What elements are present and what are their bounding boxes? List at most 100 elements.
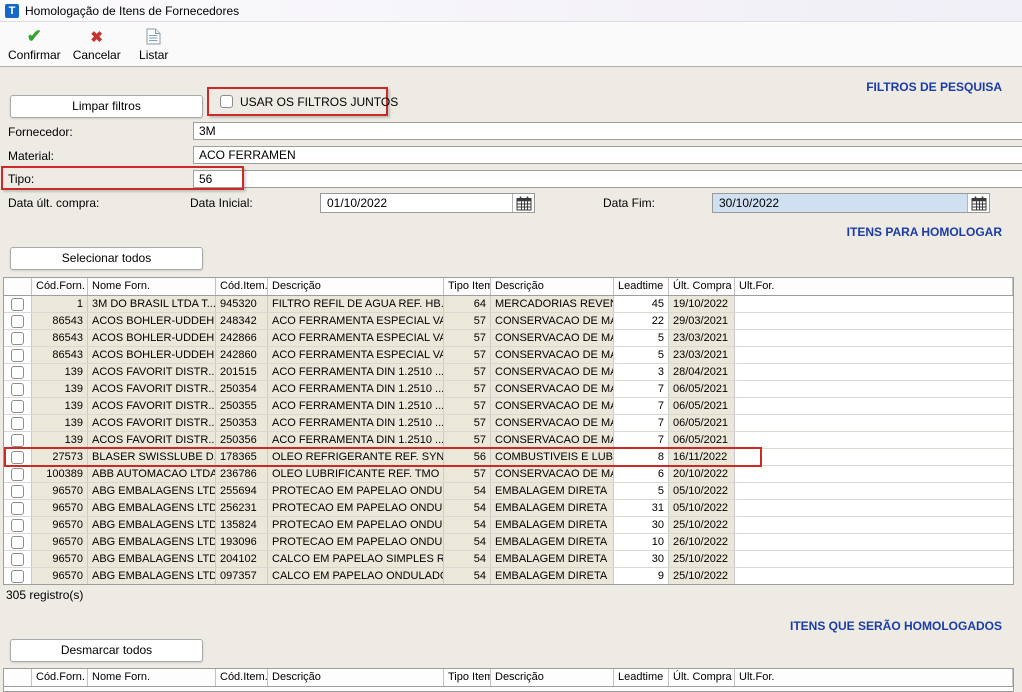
cell: 28/04/2021 — [669, 364, 735, 380]
cell: CONSERVACAO DE MA... — [491, 398, 614, 414]
row-checkbox[interactable] — [11, 552, 24, 566]
row-checkbox[interactable] — [11, 314, 24, 328]
table-row[interactable]: 139 ACOS FAVORIT DISTR... 250354 ACO FERRAM… — [4, 381, 1013, 398]
column-header: Descrição — [268, 278, 444, 295]
table-row[interactable]: 1 3M DO BRASIL LTDA T... 945320 FILTRO REFI… — [4, 296, 1013, 313]
cell — [735, 432, 1013, 448]
cell — [735, 347, 1013, 363]
material-input[interactable]: ACO FERRAMEN — [193, 146, 1022, 164]
table-row[interactable]: 96570 ABG EMBALAGENS LTDA 135824 PROTECAO E… — [4, 517, 1013, 534]
cell: CONSERVACAO DE MA... — [491, 381, 614, 397]
table-row[interactable]: 27573 BLASER SWISSLUBE D... 178365 OLEO REF… — [4, 447, 1013, 467]
data-inicial-input[interactable]: 01/10/2022 — [320, 193, 535, 213]
cell: 57 — [444, 415, 491, 431]
cell: ACOS BOHLER-UDDEH... — [88, 330, 216, 346]
row-checkbox[interactable] — [11, 450, 24, 464]
checkbox-cell — [4, 347, 32, 363]
data-fim-value[interactable]: 30/10/2022 — [713, 194, 967, 212]
desmarcar-todos-button[interactable]: Desmarcar todos — [10, 639, 203, 662]
cell: CONSERVACAO DE MA... — [491, 364, 614, 380]
row-checkbox[interactable] — [11, 331, 24, 345]
cell: 57 — [444, 330, 491, 346]
cell: 31 — [614, 500, 669, 516]
row-checkbox[interactable] — [11, 467, 24, 481]
cell: 25/10/2022 — [669, 568, 735, 584]
checkbox-cell — [4, 551, 32, 567]
confirmar-label: Confirmar — [8, 47, 61, 62]
checkbox-cell — [4, 330, 32, 346]
checkbox-cell — [4, 381, 32, 397]
cell: ACO FERRAMENTA ESPECIAL VA... — [268, 330, 444, 346]
cell: CALCO EM PAPELAO ONDULADO... — [268, 568, 444, 584]
data-fim-input[interactable]: 30/10/2022 — [712, 193, 990, 213]
cell: 96570 — [32, 517, 88, 533]
row-checkbox[interactable] — [11, 501, 24, 515]
checkbox-cell — [4, 432, 32, 448]
row-checkbox[interactable] — [11, 484, 24, 498]
table-row[interactable]: 96570 ABG EMBALAGENS LTDA 097357 CALCO EM P… — [4, 568, 1013, 584]
cell: OLEO REFRIGERANTE REF. SYN... — [268, 449, 444, 465]
table-row[interactable]: 96570 ABG EMBALAGENS LTDA 204102 CALCO EM P… — [4, 551, 1013, 568]
cell: 06/05/2021 — [669, 432, 735, 448]
table-row[interactable]: 139 ACOS FAVORIT DISTR... 250355 ACO FERRAM… — [4, 398, 1013, 415]
cell: 20/10/2022 — [669, 466, 735, 482]
cell — [735, 449, 1013, 465]
row-checkbox[interactable] — [11, 348, 24, 362]
cell: 23/03/2021 — [669, 330, 735, 346]
cell: 236786 — [216, 466, 268, 482]
table-row[interactable]: 139 ACOS FAVORIT DISTR... 201515 ACO FERRAM… — [4, 364, 1013, 381]
table-row[interactable]: 139 ACOS FAVORIT DISTR... 250353 ACO FERRAM… — [4, 415, 1013, 432]
cell: 54 — [444, 483, 491, 499]
data-inicial-value[interactable]: 01/10/2022 — [321, 194, 512, 212]
column-header: Cód.Forn. — [32, 278, 88, 295]
table-row[interactable]: 96570 ABG EMBALAGENS LTDA 256231 PROTECAO E… — [4, 500, 1013, 517]
itens-para-homologar-heading: ITENS PARA HOMOLOGAR — [846, 225, 1002, 239]
table-row[interactable]: 139 ACOS FAVORIT DISTR... 250356 ACO FERRAM… — [4, 432, 1013, 449]
column-header: Leadtime — [614, 669, 669, 686]
cell: COMBUSTIVEIS E LUBRI... — [491, 449, 614, 465]
checkbox-cell — [4, 483, 32, 499]
usar-filtros-juntos-checkbox[interactable] — [220, 95, 233, 108]
row-checkbox[interactable] — [11, 569, 24, 583]
row-checkbox[interactable] — [11, 416, 24, 430]
cell: 7 — [614, 432, 669, 448]
selecionar-todos-button[interactable]: Selecionar todos — [10, 247, 203, 270]
cell: 22 — [614, 313, 669, 329]
column-header: Ult.For. — [735, 669, 1013, 686]
table-row[interactable]: 96570 ABG EMBALAGENS LTDA 255694 PROTECAO E… — [4, 483, 1013, 500]
fornecedor-input[interactable]: 3M — [193, 122, 1022, 140]
cell: ABG EMBALAGENS LTDA — [88, 534, 216, 550]
table-row[interactable]: 86543 ACOS BOHLER-UDDEH... 242860 ACO FERRA… — [4, 347, 1013, 364]
cell: 57 — [444, 364, 491, 380]
cell: ACOS FAVORIT DISTR... — [88, 432, 216, 448]
row-checkbox[interactable] — [11, 433, 24, 447]
table-row[interactable]: 96570 ABG EMBALAGENS LTDA 193096 PROTECAO E… — [4, 534, 1013, 551]
itens-para-homologar-table: Cód.Forn. Nome Forn. Cód.Item. Descrição Tip… — [3, 277, 1014, 585]
limpar-filtros-button[interactable]: Limpar filtros — [10, 95, 203, 118]
table-row[interactable]: 100389 ABB AUTOMACAO LTDA 236786 OLEO LUBRI… — [4, 466, 1013, 483]
confirmar-button[interactable]: ✔ Confirmar — [2, 22, 67, 66]
listar-button[interactable]: Listar — [127, 22, 181, 66]
row-checkbox[interactable] — [11, 365, 24, 379]
cell: 54 — [444, 551, 491, 567]
table-row[interactable]: 86543 ACOS BOHLER-UDDEH... 242866 ACO FERRA… — [4, 330, 1013, 347]
cell: ACO FERRAMENTA DIN 1.2510 ... — [268, 398, 444, 414]
row-checkbox[interactable] — [11, 535, 24, 549]
cell: PROTECAO EM PAPELAO ONDUL... — [268, 517, 444, 533]
calendar-icon[interactable] — [967, 194, 989, 212]
checkbox-cell — [4, 466, 32, 482]
table-row[interactable]: 86543 ACOS BOHLER-UDDEH... 248342 ACO FERRA… — [4, 313, 1013, 330]
tipo-input[interactable]: 56 — [193, 170, 1022, 188]
app-window: T Homologação de Itens de Fornecedores ✔… — [0, 0, 1022, 692]
column-header: Leadtime — [614, 278, 669, 295]
cell: 57 — [444, 398, 491, 414]
calendar-icon[interactable] — [512, 194, 534, 212]
column-header: Nome Forn. — [88, 278, 216, 295]
cell: 5 — [614, 483, 669, 499]
cell: 86543 — [32, 347, 88, 363]
row-checkbox[interactable] — [11, 382, 24, 396]
row-checkbox[interactable] — [11, 399, 24, 413]
cancelar-button[interactable]: ✖ Cancelar — [67, 22, 127, 66]
row-checkbox[interactable] — [11, 518, 24, 532]
row-checkbox[interactable] — [11, 297, 24, 311]
